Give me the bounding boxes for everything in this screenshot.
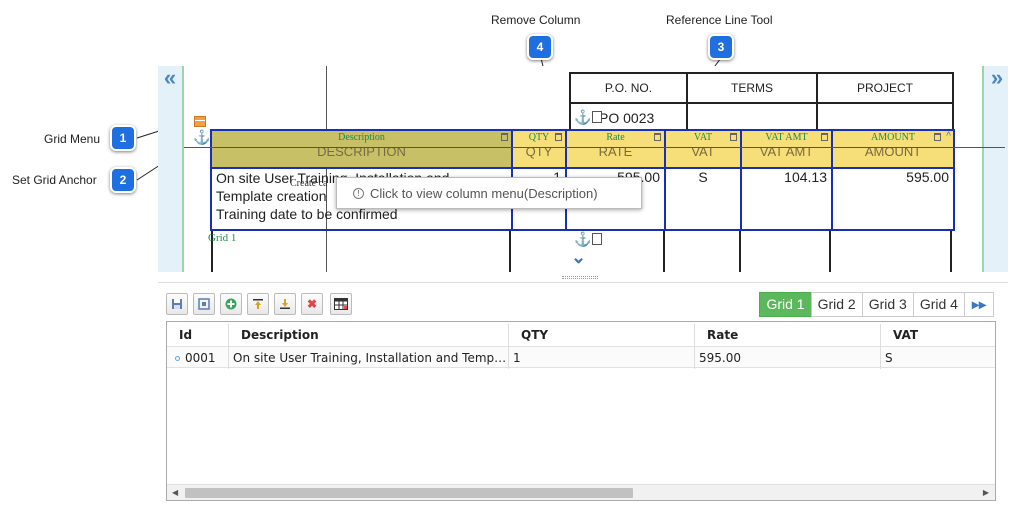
remove-column-icon[interactable]: [934, 133, 941, 141]
field-doc-icon[interactable]: [592, 111, 602, 123]
callout-badge-2: 2: [110, 167, 136, 193]
cell-amount[interactable]: 595.00: [833, 169, 953, 229]
amount-value: 595.00: [906, 169, 949, 185]
callout-label-set-grid-anchor: Set Grid Anchor: [12, 173, 97, 187]
scrollbar-thumb[interactable]: [185, 488, 633, 498]
callout-badge-4: 4: [527, 34, 553, 60]
remove-column-icon[interactable]: [821, 133, 828, 141]
callout-label-reference-line-tool: Reference Line Tool: [666, 13, 773, 27]
table-border-right: [950, 231, 952, 272]
grid-properties-panel: ✖ Grid 1 Grid 2 Grid 3 Grid 4 ▸▸ Id Desc…: [158, 282, 1008, 508]
reference-line-tool-icon[interactable]: [592, 233, 602, 245]
tab-grid-3[interactable]: Grid 3: [861, 292, 914, 317]
table-border-qty: [509, 231, 511, 272]
collapse-up-icon[interactable]: ^: [946, 131, 951, 142]
column-header-id[interactable]: Id: [167, 324, 229, 346]
remove-column-icon[interactable]: [501, 133, 508, 141]
move-up-icon[interactable]: [247, 293, 269, 315]
grid-tabs: Grid 1 Grid 2 Grid 3 Grid 4 ▸▸: [759, 292, 994, 317]
column-header-qty[interactable]: QTY QTY: [513, 131, 567, 169]
tab-grid-1[interactable]: Grid 1: [759, 292, 812, 317]
left-panel-strip: «: [158, 66, 184, 272]
grid-caption: Grid 1: [208, 232, 237, 244]
horizontal-scrollbar[interactable]: ◀ ▶: [167, 484, 995, 500]
column-header-rate[interactable]: Rate RATE: [567, 131, 666, 169]
anchor-icon[interactable]: ⚓: [574, 110, 591, 124]
terms-label: TERMS: [686, 72, 818, 104]
info-icon: !: [353, 187, 364, 199]
remove-column-icon[interactable]: [730, 133, 737, 141]
remove-column-icon[interactable]: [654, 133, 661, 141]
table-row[interactable]: 0001 On site User Training, Installation…: [167, 346, 995, 369]
scroll-right-icon[interactable]: ▶: [983, 488, 989, 497]
vat-amt-value: 104.13: [784, 169, 827, 185]
right-panel-strip: »: [982, 66, 1008, 272]
table-border-vatamt: [829, 231, 831, 272]
tab-grid-2[interactable]: Grid 2: [810, 292, 863, 317]
column-caption: VAT AMT: [765, 132, 808, 143]
column-title: VAT AMT: [759, 144, 814, 159]
collapse-left-icon[interactable]: «: [159, 67, 181, 90]
cell-id: 0001: [167, 347, 229, 369]
move-down-icon[interactable]: [274, 293, 296, 315]
expand-right-icon[interactable]: »: [986, 67, 1008, 90]
cell-qty: 1: [509, 347, 695, 369]
column-header-amount[interactable]: AMOUNT AMOUNT ^: [833, 131, 953, 169]
callout-badge-3: 3: [708, 34, 734, 60]
cell-vat[interactable]: S: [666, 169, 742, 229]
select-icon[interactable]: [193, 293, 215, 315]
callout-label-grid-menu: Grid Menu: [44, 132, 101, 146]
row-id: 0001: [185, 351, 216, 365]
column-header-description[interactable]: Description: [229, 324, 509, 346]
remove-column-icon[interactable]: [555, 133, 562, 141]
cell-vat-amt[interactable]: 104.13: [742, 169, 833, 229]
cell-vat: S: [885, 351, 893, 365]
bottom-anchor-icon[interactable]: ⚓: [574, 232, 591, 246]
save-icon[interactable]: [166, 293, 188, 315]
column-caption: VAT: [693, 132, 713, 143]
next-tabs-icon[interactable]: ▸▸: [963, 292, 994, 317]
project-label: PROJECT: [816, 72, 954, 104]
column-header-description[interactable]: Description DESCRIPTION: [212, 131, 513, 169]
column-header-qty[interactable]: QTY: [509, 324, 695, 346]
callout-label-remove-column: Remove Column: [491, 13, 581, 27]
cell-rate: 595.00: [695, 347, 881, 369]
row-bullet-icon: [175, 356, 180, 361]
column-title: QTY: [525, 144, 553, 159]
grid-anchor-icon[interactable]: ⚓: [193, 130, 210, 144]
column-menu-tooltip: ! Click to view column menu(Description): [336, 177, 642, 209]
column-caption: Description: [338, 132, 385, 143]
create-text: Create ca: [290, 178, 328, 189]
designer-canvas[interactable]: « » P.O. NO. TERMS PROJECT PO 0023 ⚓ ⚓ D…: [158, 66, 1008, 272]
tooltip-text: Click to view column menu(Description): [370, 185, 598, 201]
table-border-vat: [739, 231, 741, 272]
reference-line[interactable]: [184, 147, 1005, 148]
table-header: Id Description QTY Rate VAT: [167, 324, 995, 346]
callout-badge-1: 1: [110, 125, 136, 151]
tab-grid-4[interactable]: Grid 4: [912, 292, 965, 317]
column-title: AMOUNT: [864, 144, 922, 159]
column-caption: Rate: [606, 132, 625, 143]
column-header-vat-amt[interactable]: VAT AMT VAT AMT: [742, 131, 833, 169]
add-icon[interactable]: [220, 293, 242, 315]
grid-data-table: Id Description QTY Rate VAT 0001 On site…: [166, 321, 996, 501]
delete-icon[interactable]: ✖: [301, 293, 323, 315]
expand-down-icon[interactable]: ⌄ ⌄: [571, 248, 586, 272]
table-border-rate: [663, 231, 665, 272]
column-title: DESCRIPTION: [317, 144, 406, 159]
po-header-table: P.O. NO. TERMS PROJECT PO 0023: [569, 72, 954, 134]
column-header-rate[interactable]: Rate: [695, 324, 881, 346]
cell-description: On site User Training, Installation and …: [229, 347, 509, 369]
grid-menu-icon[interactable]: [194, 116, 206, 127]
column-header-vat[interactable]: VAT VAT: [666, 131, 742, 169]
po-number-value: PO 0023: [599, 110, 655, 126]
column-title: VAT: [691, 144, 715, 159]
scroll-left-icon[interactable]: ◀: [172, 488, 178, 497]
column-header-vat[interactable]: VAT: [881, 324, 995, 346]
vat-value: S: [698, 169, 708, 185]
panel-splitter[interactable]: [562, 276, 598, 279]
column-title: RATE: [598, 144, 633, 159]
po-number-label: P.O. NO.: [569, 72, 688, 104]
table-icon[interactable]: [330, 293, 352, 315]
